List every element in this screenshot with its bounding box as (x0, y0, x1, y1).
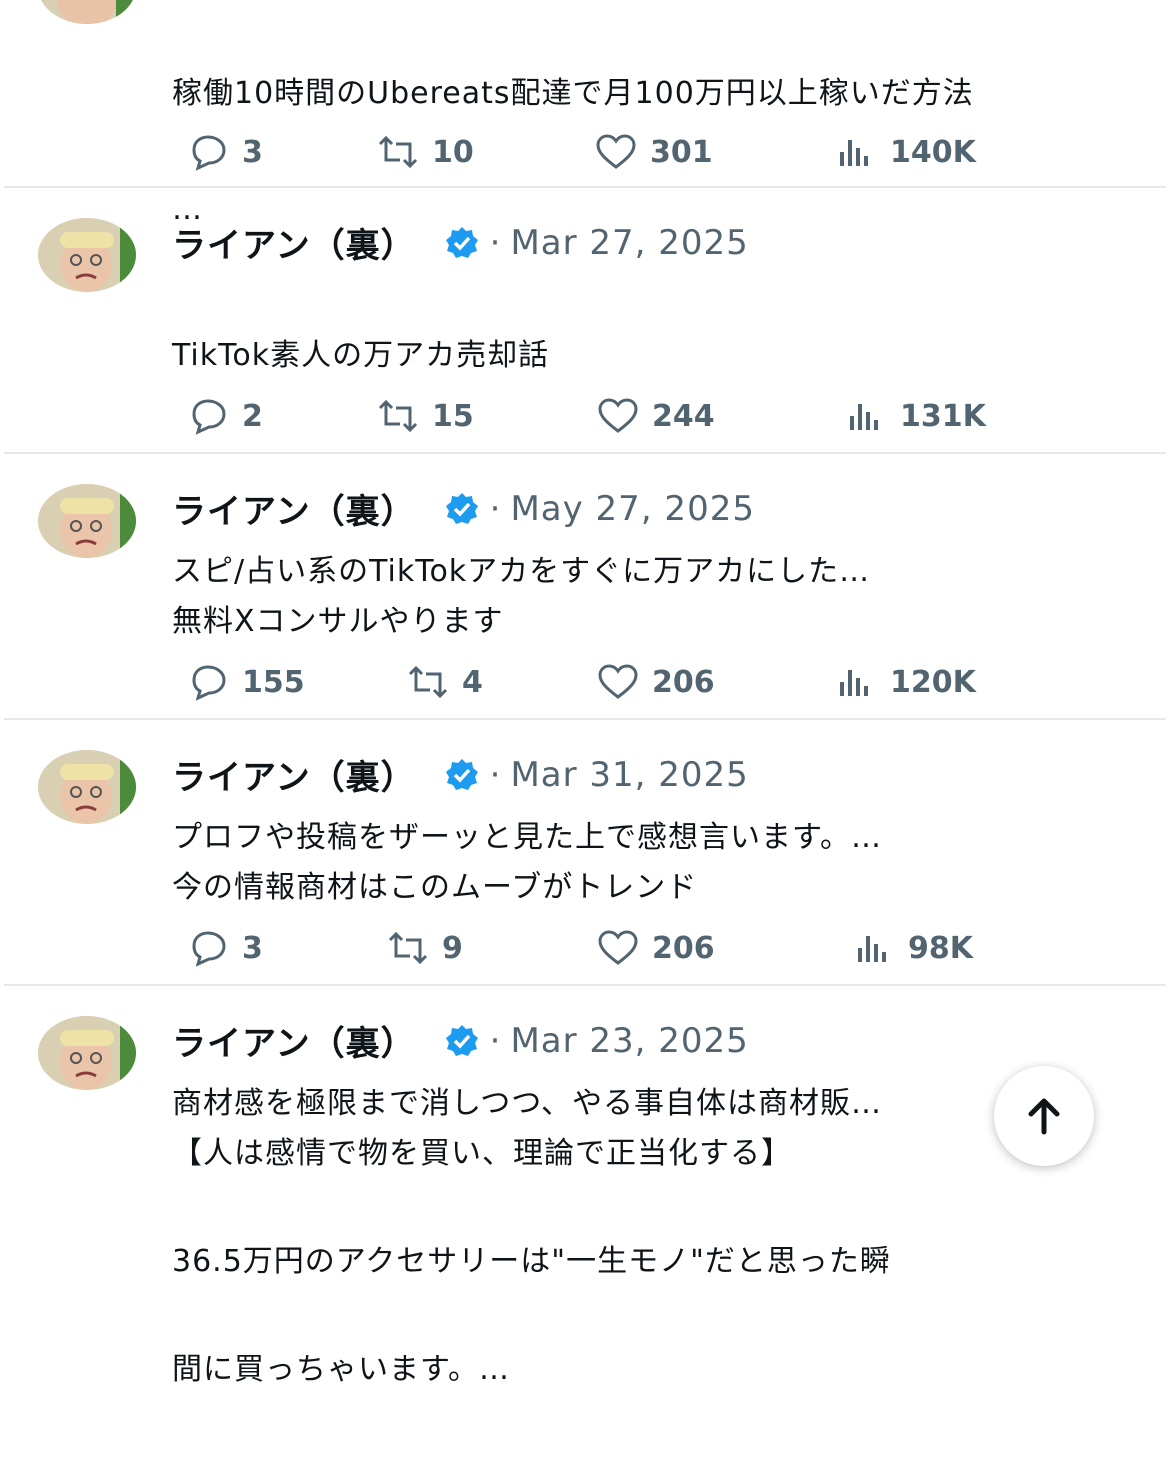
like-count: 206 (652, 930, 715, 966)
arrow-up-icon (1028, 1098, 1060, 1135)
retweet-button[interactable]: 10 (376, 132, 474, 172)
reply-icon (192, 135, 226, 171)
tweet-text-line: 間に買っちゃいます。… (172, 1352, 510, 1387)
tweet-actions: 3 10 301 140K (0, 132, 1170, 176)
reply-icon (192, 665, 226, 701)
like-icon (598, 664, 638, 699)
views-icon (858, 936, 886, 962)
retweet-count: 15 (432, 398, 474, 434)
tweet-actions: 3 9 206 98K (0, 928, 1170, 972)
avatar[interactable] (38, 484, 136, 558)
views-button[interactable]: 120K (834, 662, 976, 702)
tweet-date[interactable]: Mar 23, 2025 (510, 1021, 748, 1061)
like-icon (596, 134, 636, 169)
retweet-count: 10 (432, 134, 474, 170)
tweet-text-line: 今の情報商材はこのムーブがトレンド (172, 870, 698, 905)
tweet-date[interactable]: May 27, 2025 (510, 489, 755, 529)
tweet-actions: 2 15 244 131K (0, 396, 1170, 440)
reply-button[interactable]: 155 (186, 662, 305, 702)
tweet-4[interactable]: ライアン（裏） · Mar 23, 2025 【人は感情で物を買い、理論で正当化… (0, 986, 1170, 1387)
avatar[interactable] (38, 218, 136, 292)
views-icon (850, 404, 878, 430)
tweet-text-line: TikTok素人の万アカ売却話 (172, 338, 550, 373)
tweet-0[interactable]: 稼働10時間のUbereats配達で月100万円以上稼いだ方法 … 3 10 3… (0, 0, 1170, 227)
retweet-count: 4 (462, 664, 483, 700)
display-name[interactable]: ライアン（裏） (172, 484, 416, 533)
retweet-count: 9 (442, 930, 463, 966)
separator-dot: · (489, 754, 501, 795)
views-button[interactable]: 98K (852, 928, 973, 968)
reply-button[interactable]: 3 (186, 928, 263, 968)
tweet-3[interactable]: ライアン（裏） · Mar 31, 2025 今の情報商材はこのムーブがトレンド… (0, 720, 1170, 1121)
views-button[interactable]: 131K (844, 396, 986, 436)
like-button[interactable]: 206 (596, 928, 715, 968)
tweet-text-line: 稼働10時間のUbereats配達で月100万円以上稼いだ方法 (172, 76, 974, 111)
tweet-header: ライアン（裏） · May 27, 2025 (172, 484, 755, 533)
verified-badge-icon (445, 1024, 478, 1056)
tweet-1[interactable]: ライアン（裏） · Mar 27, 2025 TikTok素人の万アカ売却話 ス… (0, 188, 1170, 589)
like-icon (598, 398, 638, 433)
reply-count: 2 (242, 398, 263, 434)
verified-badge-icon (445, 226, 478, 258)
reply-button[interactable]: 2 (186, 396, 263, 436)
retweet-icon (388, 931, 428, 965)
retweet-button[interactable]: 9 (386, 928, 463, 968)
separator-dot: · (489, 488, 501, 529)
like-count: 206 (652, 664, 715, 700)
tweet-text-line: 無料Xコンサルやります (172, 604, 504, 639)
reply-count: 3 (242, 930, 263, 966)
display-name[interactable]: ライアン（裏） (172, 218, 416, 267)
tweet-feed: 稼働10時間のUbereats配達で月100万円以上稼いだ方法 … 3 10 3… (0, 0, 1170, 1387)
avatar[interactable] (38, 0, 136, 24)
retweet-icon (378, 135, 418, 169)
views-icon (840, 670, 868, 696)
like-button[interactable]: 301 (594, 132, 713, 172)
retweet-button[interactable]: 4 (406, 662, 483, 702)
avatar[interactable] (38, 1016, 136, 1090)
views-count: 120K (890, 664, 976, 700)
views-icon (840, 140, 868, 166)
views-button[interactable]: 140K (834, 132, 976, 172)
like-button[interactable]: 244 (596, 396, 715, 436)
views-count: 98K (908, 930, 973, 966)
tweet-date[interactable]: Mar 31, 2025 (510, 755, 748, 795)
tweet-header: ライアン（裏） · Mar 23, 2025 (172, 1016, 749, 1065)
views-count: 131K (900, 398, 986, 434)
retweet-icon (408, 665, 448, 699)
verified-badge-icon (445, 492, 478, 524)
display-name[interactable]: ライアン（裏） (172, 750, 416, 799)
like-count: 244 (652, 398, 715, 434)
tweet-2[interactable]: ライアン（裏） · May 27, 2025 無料Xコンサルやります プロフや投… (0, 454, 1170, 855)
scroll-to-top-button[interactable] (994, 1066, 1094, 1166)
retweet-icon (378, 399, 418, 433)
separator-dot: · (489, 222, 501, 263)
tweet-date[interactable]: Mar 27, 2025 (510, 223, 748, 263)
views-count: 140K (890, 134, 976, 170)
retweet-button[interactable]: 15 (376, 396, 474, 436)
separator-dot: · (489, 1020, 501, 1061)
tweet-header: ライアン（裏） · Mar 27, 2025 (172, 218, 749, 267)
reply-icon (192, 931, 226, 967)
like-icon (598, 930, 638, 965)
display-name[interactable]: ライアン（裏） (172, 1016, 416, 1065)
tweet-actions: 155 4 206 120K (0, 662, 1170, 706)
like-count: 301 (650, 134, 713, 170)
like-button[interactable]: 206 (596, 662, 715, 702)
reply-button[interactable]: 3 (186, 132, 263, 172)
reply-icon (192, 399, 226, 435)
avatar[interactable] (38, 750, 136, 824)
reply-count: 3 (242, 134, 263, 170)
tweet-text-line: 36.5万円のアクセサリーは"一生モノ"だと思った瞬 (172, 1244, 891, 1279)
reply-count: 155 (242, 664, 305, 700)
verified-badge-icon (445, 758, 478, 790)
tweet-header: ライアン（裏） · Mar 31, 2025 (172, 750, 749, 799)
